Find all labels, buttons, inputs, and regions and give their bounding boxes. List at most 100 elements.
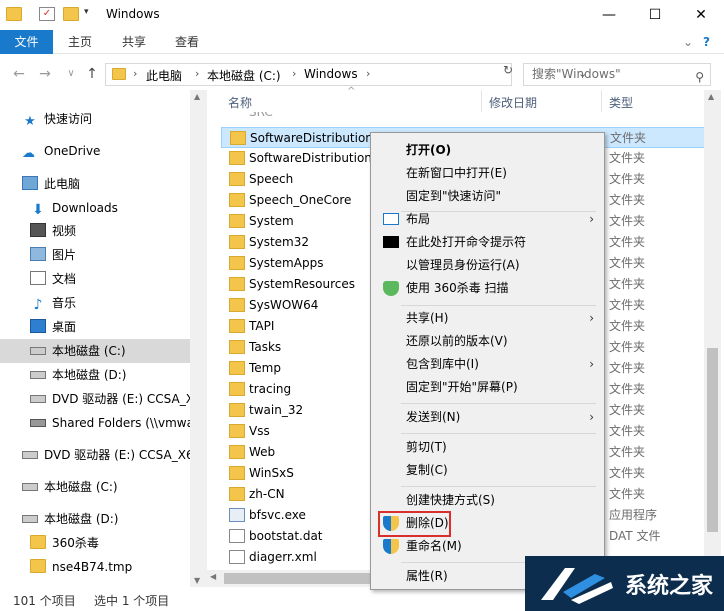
star-icon: ★: [24, 114, 36, 129]
nav-item-onedrive[interactable]: ☁ OneDrive: [22, 139, 212, 163]
menu-item-include-library[interactable]: 包含到库中(I) ›: [371, 353, 604, 376]
properties-icon[interactable]: ✓: [39, 7, 55, 21]
menu-label: 布局: [406, 212, 431, 226]
menu-item-copy[interactable]: 复制(C): [371, 459, 604, 482]
nav-scrollbar[interactable]: ▲ ▼: [190, 90, 207, 587]
search-input[interactable]: 搜索"Windows" ⚲: [523, 63, 711, 86]
file-name: diagerr.xml: [249, 550, 317, 564]
file-list-scrollbar[interactable]: ▲: [704, 90, 721, 587]
menu-item-360-scan[interactable]: 使用 360杀毒 扫描: [371, 277, 604, 300]
nav-label: Shared Folders (\\vmwa: [52, 416, 194, 430]
layout-icon: [383, 213, 399, 225]
nav-label: 本地磁盘 (C:): [44, 480, 118, 494]
nav-item-local-disk-c[interactable]: 本地磁盘 (C:): [0, 339, 190, 363]
column-header-name[interactable]: 名称: [228, 94, 252, 111]
menu-label: 属性(R): [406, 569, 448, 583]
new-folder-icon[interactable]: [63, 7, 79, 21]
menu-item-cut[interactable]: 剪切(T): [371, 436, 604, 459]
scroll-left-icon[interactable]: ◀: [210, 572, 216, 581]
nav-label: 本地磁盘 (C:): [52, 344, 126, 358]
address-bar[interactable]: › 此电脑 › 本地磁盘 (C:) › Windows › ⌄: [105, 63, 587, 86]
file-name: bootstat.dat: [249, 529, 323, 543]
chevron-right-icon: ›: [589, 357, 594, 371]
folder-icon: [229, 466, 245, 480]
shield-icon: [383, 281, 399, 296]
up-icon[interactable]: ↑: [83, 64, 101, 84]
menu-item-rename[interactable]: 重命名(M): [371, 535, 604, 558]
title-bar: ✓ ▾ Windows — ☐ ✕: [0, 0, 724, 30]
folder-icon: [229, 361, 245, 375]
menu-label: 发送到(N): [406, 410, 461, 424]
chevron-right-icon: ›: [589, 410, 594, 424]
customize-quick-access-icon[interactable]: ▾: [84, 7, 100, 21]
breadcrumb-this-pc[interactable]: 此电脑: [146, 67, 182, 84]
file-name: WinSxS: [249, 466, 294, 480]
minimize-button[interactable]: —: [586, 0, 632, 30]
maximize-button[interactable]: ☐: [632, 0, 678, 30]
menu-item-pin-quick-access[interactable]: 固定到"快速访问": [371, 185, 604, 208]
nav-item-local-disk-c-root[interactable]: 本地磁盘 (C:): [22, 475, 212, 499]
file-type: 文件夹: [609, 361, 646, 375]
tab-share[interactable]: 共享: [122, 30, 146, 54]
refresh-icon[interactable]: ↻: [498, 63, 518, 80]
menu-item-layout[interactable]: 布局 ›: [371, 208, 604, 231]
help-icon[interactable]: ?: [703, 30, 710, 54]
file-name: bfsvc.exe: [249, 508, 306, 522]
menu-label: 在此处打开命令提示符: [406, 235, 527, 249]
file-type: 文件夹: [609, 319, 646, 333]
forward-icon[interactable]: →: [36, 64, 54, 84]
nav-label: 桌面: [52, 320, 77, 334]
menu-item-pin-start[interactable]: 固定到"开始"屏幕(P): [371, 376, 604, 399]
file-type: 文件夹: [609, 235, 646, 249]
tab-file[interactable]: 文件: [0, 30, 53, 54]
table-row-partial[interactable]: SRC: [221, 112, 711, 124]
dvd-drive-icon: [22, 451, 38, 459]
menu-item-send-to[interactable]: 发送到(N) ›: [371, 406, 604, 429]
xml-file-icon: [229, 550, 245, 564]
dvd-drive-icon: [30, 395, 46, 403]
recent-locations-icon[interactable]: ∨: [62, 64, 80, 84]
scroll-down-icon[interactable]: ▼: [194, 576, 200, 585]
back-icon[interactable]: ←: [10, 64, 28, 84]
menu-label: 打开(O): [406, 143, 452, 157]
nav-item-dvd-drive-root[interactable]: DVD 驱动器 (E:) CCSA_X64: [22, 443, 212, 467]
breadcrumb-windows[interactable]: Windows: [304, 67, 358, 81]
nav-label: nse4B74.tmp: [52, 560, 133, 574]
tab-view[interactable]: 查看: [175, 30, 199, 54]
menu-separator: [401, 486, 596, 487]
tab-home[interactable]: 主页: [68, 30, 92, 54]
menu-label: 固定到"快速访问": [406, 189, 502, 203]
menu-item-run-as-admin[interactable]: 以管理员身份运行(A): [371, 254, 604, 277]
chevron-right-icon: ›: [589, 311, 594, 325]
column-header-type[interactable]: 类型: [609, 94, 633, 111]
file-type: 文件夹: [609, 193, 646, 207]
watermark-logo-icon: [541, 568, 613, 604]
folder-icon: [6, 7, 22, 21]
expand-ribbon-icon[interactable]: ⌄: [683, 30, 693, 54]
close-button[interactable]: ✕: [678, 0, 724, 30]
menu-item-restore-versions[interactable]: 还原以前的版本(V): [371, 330, 604, 353]
uac-shield-icon: [383, 539, 399, 554]
menu-item-command-prompt[interactable]: 在此处打开命令提示符: [371, 231, 604, 254]
menu-item-create-shortcut[interactable]: 创建快捷方式(S): [371, 489, 604, 512]
menu-separator: [401, 305, 596, 306]
scroll-up-icon[interactable]: ▲: [194, 92, 200, 101]
watermark: 系统之家: [525, 556, 724, 611]
file-name: tracing: [249, 382, 292, 396]
column-header-modified[interactable]: 修改日期: [489, 94, 537, 111]
menu-item-share[interactable]: 共享(H) ›: [371, 307, 604, 330]
menu-item-open-new-window[interactable]: 在新窗口中打开(E): [371, 162, 604, 185]
menu-item-open[interactable]: 打开(O): [371, 139, 604, 162]
delete-highlight-box: [378, 511, 451, 537]
breadcrumb-local-disk-c[interactable]: 本地磁盘 (C:): [207, 67, 281, 84]
scroll-up-icon[interactable]: ▲: [708, 92, 714, 101]
nav-item-quick-access[interactable]: ★ 快速访问: [22, 107, 212, 131]
folder-icon: [30, 535, 46, 549]
chevron-right-icon: ›: [589, 212, 594, 226]
nav-item-this-pc[interactable]: 此电脑: [22, 172, 212, 196]
folder-icon: [229, 151, 245, 165]
nav-label: 文档: [52, 272, 77, 286]
nav-item-local-disk-d-root[interactable]: 本地磁盘 (D:): [22, 507, 212, 531]
scrollbar-thumb[interactable]: [707, 348, 718, 532]
folder-icon: [229, 487, 245, 501]
